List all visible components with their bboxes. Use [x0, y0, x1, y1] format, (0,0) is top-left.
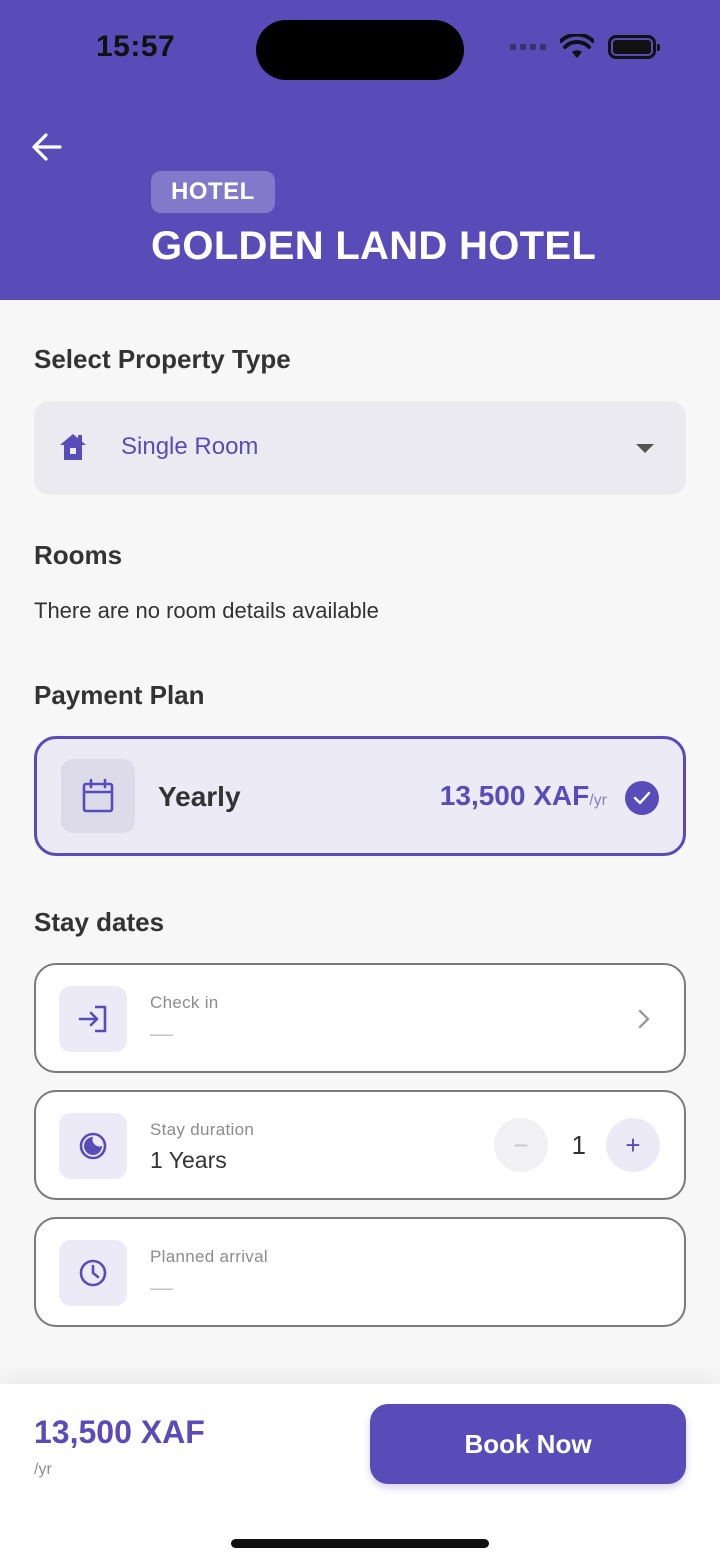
rooms-heading: Rooms — [34, 540, 123, 570]
home-indicator — [231, 1539, 489, 1548]
wifi-icon — [560, 34, 594, 58]
stay-duration-label: Stay duration — [150, 1120, 255, 1139]
payment-plan-heading: Payment Plan — [34, 680, 205, 710]
property-type-heading: Select Property Type — [34, 344, 291, 374]
battery-icon — [608, 35, 660, 59]
house-icon — [60, 434, 86, 460]
stay-dates-heading: Stay dates — [34, 907, 165, 937]
increase-duration-button[interactable]: + — [606, 1118, 660, 1172]
check-in-field[interactable]: Check in — — [34, 963, 686, 1073]
check-circle-icon — [625, 781, 659, 815]
check-in-icon-box — [59, 986, 127, 1052]
chevron-down-icon — [636, 444, 654, 453]
page-title: GOLDEN LAND HOTEL — [151, 224, 597, 268]
plan-price-unit: /yr — [589, 792, 607, 809]
booking-footer: 13,500 XAF /yr Book Now — [0, 1384, 720, 1561]
header-bar: 15:57 HOTEL GOLDEN LAND HOTEL — [0, 0, 720, 300]
sign-in-icon — [78, 1005, 107, 1033]
rooms-empty-text: There are no room details available — [34, 598, 379, 623]
planned-arrival-field[interactable]: Planned arrival — — [34, 1217, 686, 1327]
property-type-value: Single Room — [121, 433, 259, 460]
footer-price-unit: /yr — [34, 1461, 52, 1478]
plan-name: Yearly — [158, 781, 241, 812]
planned-arrival-value: — — [150, 1274, 173, 1300]
check-in-value: — — [150, 1020, 173, 1046]
footer-total-price: 13,500 XAF — [34, 1414, 205, 1450]
stay-duration-field: Stay duration 1 Years − 1 + — [34, 1090, 686, 1200]
stay-duration-icon-box — [59, 1113, 127, 1179]
chevron-right-icon — [638, 1009, 650, 1029]
clock-icon — [79, 1259, 107, 1287]
property-type-select[interactable]: Single Room — [34, 401, 686, 495]
status-time: 15:57 — [96, 30, 176, 63]
decrease-duration-button[interactable]: − — [494, 1118, 548, 1172]
check-in-label: Check in — [150, 993, 219, 1012]
planned-arrival-label: Planned arrival — [150, 1247, 268, 1266]
half-moon-icon — [79, 1132, 107, 1160]
back-button[interactable] — [26, 126, 68, 168]
plan-icon-box — [61, 759, 135, 833]
dynamic-island — [256, 20, 464, 80]
calendar-icon — [82, 778, 114, 813]
book-now-button[interactable]: Book Now — [370, 1404, 686, 1484]
payment-plan-option-yearly[interactable]: Yearly 13,500 XAF/yr — [34, 736, 686, 856]
stay-duration-value: 1 Years — [150, 1147, 227, 1173]
status-icons — [510, 34, 660, 60]
arrow-left-icon — [32, 133, 62, 161]
category-badge: HOTEL — [151, 171, 275, 213]
planned-arrival-icon-box — [59, 1240, 127, 1306]
plan-price: 13,500 XAF/yr — [440, 780, 607, 812]
duration-count: 1 — [571, 1130, 586, 1160]
signal-icon — [510, 44, 546, 50]
plan-price-amount: 13,500 XAF — [439, 780, 590, 811]
